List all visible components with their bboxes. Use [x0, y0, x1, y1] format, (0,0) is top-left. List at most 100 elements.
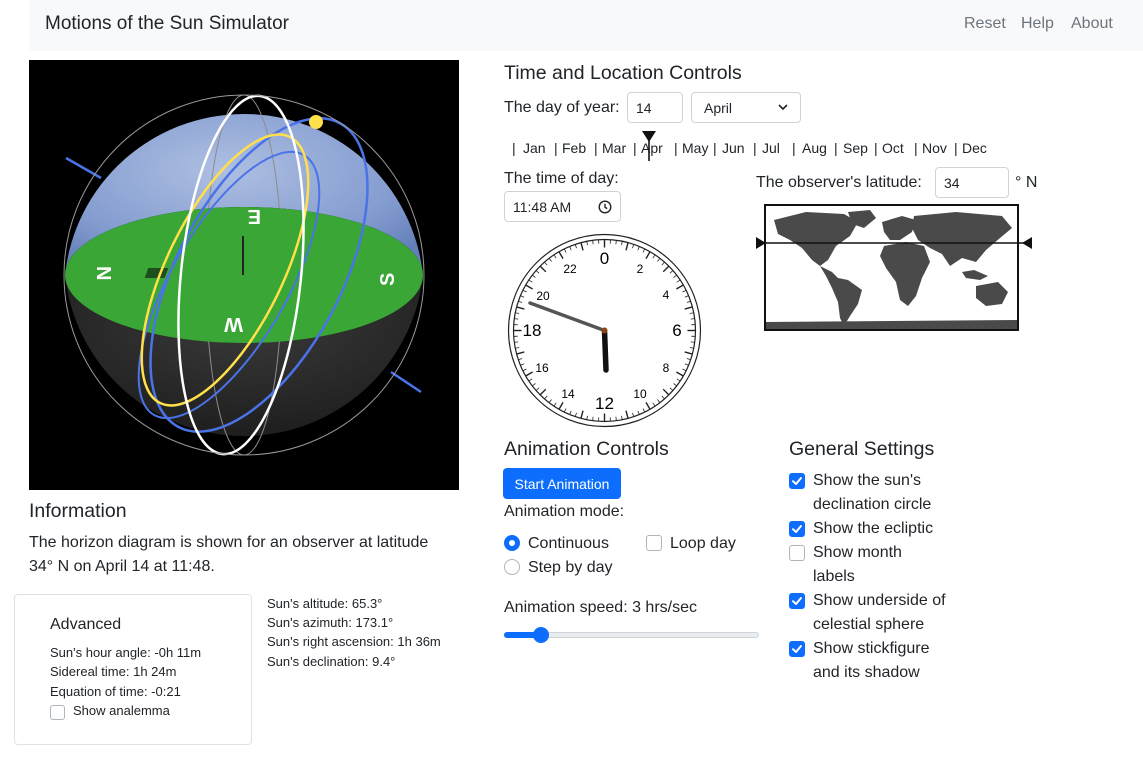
compass-w: W — [224, 313, 243, 335]
compass-n: N — [92, 266, 114, 280]
analemma-checkbox[interactable] — [50, 705, 65, 725]
mode-step-radio[interactable] — [504, 559, 520, 580]
clock-label-2: 2 — [637, 262, 644, 276]
setting-label[interactable]: celestial sphere — [813, 616, 924, 634]
month-label-aug: Aug — [802, 140, 827, 156]
information-heading: Information — [29, 500, 127, 522]
day-clock[interactable]: 0 6 12 18 2 4 8 10 14 16 20 22 — [507, 233, 702, 428]
setting-checkbox[interactable] — [789, 593, 805, 609]
world-map-svg — [766, 210, 1017, 329]
check-icon — [792, 525, 802, 533]
check-icon — [792, 597, 802, 605]
clock-hour-hand — [601, 327, 609, 373]
clock-label-12: 12 — [595, 394, 614, 413]
equation-of-time-text: Equation of time: -0:21 — [50, 684, 181, 699]
analemma-box[interactable] — [50, 705, 65, 720]
chevron-down-icon — [778, 104, 788, 111]
month-select-value: April — [704, 99, 733, 116]
clock-label-16: 16 — [535, 361, 549, 375]
clock-label-14: 14 — [561, 387, 575, 401]
time-of-day-input[interactable]: 11:48 AM — [504, 191, 621, 222]
setting-label[interactable]: Show month — [813, 544, 902, 562]
clock-label-22: 22 — [563, 262, 577, 276]
setting-checkbox[interactable] — [789, 641, 805, 657]
day-of-year-input[interactable]: 14 — [627, 92, 683, 123]
sun-azimuth-text: Sun's azimuth: 173.1° — [267, 615, 394, 630]
time-of-day-label: The time of day: — [504, 170, 619, 187]
loop-day-label[interactable]: Loop day — [670, 535, 736, 553]
mode-continuous-label[interactable]: Continuous — [528, 535, 609, 553]
time-location-heading: Time and Location Controls — [504, 62, 742, 84]
animation-speed-label: Animation speed: 3 hrs/sec — [504, 599, 697, 616]
information-line-1: The horizon diagram is shown for an obse… — [29, 534, 429, 551]
clock-icon — [598, 199, 612, 214]
setting-label[interactable]: labels — [813, 568, 855, 586]
reset-link[interactable]: Reset — [964, 15, 1006, 33]
mode-continuous-radio[interactable] — [504, 535, 520, 556]
day-of-year-label: The day of year: — [504, 99, 620, 116]
month-label-mar: Mar — [602, 140, 627, 156]
celestial-sphere-view[interactable]: N E S W — [29, 60, 459, 490]
start-animation-button[interactable]: Start Animation — [503, 468, 621, 499]
animation-heading: Animation Controls — [504, 438, 669, 460]
mode-step-label[interactable]: Step by day — [528, 559, 613, 577]
slider-thumb[interactable] — [533, 627, 549, 643]
month-label-sep: Sep — [843, 140, 868, 156]
setting-label[interactable]: declination circle — [813, 496, 931, 514]
latitude-indicator[interactable] — [756, 232, 1032, 254]
setting-checkbox[interactable] — [789, 473, 805, 489]
check-icon — [792, 645, 802, 653]
app-title: Motions of the Sun Simulator — [45, 13, 289, 34]
advanced-heading: Advanced — [50, 616, 122, 633]
loop-day-box[interactable] — [646, 535, 662, 551]
setting-checkbox[interactable] — [789, 521, 805, 537]
radio-continuous-indicator[interactable] — [504, 535, 520, 551]
information-line-2: 34° N on April 14 at 11:48. — [29, 558, 215, 575]
latitude-input[interactable]: 34 — [935, 167, 1009, 198]
month-label-may: May — [682, 140, 709, 156]
advanced-panel: Advanced Sun's hour angle: -0h 11m Sider… — [14, 594, 252, 745]
month-label-jun: Jun — [722, 140, 745, 156]
sun-declination-text: Sun's declination: 9.4° — [267, 654, 396, 669]
clock-label-0: 0 — [600, 249, 609, 268]
month-label-nov: Nov — [922, 140, 947, 156]
month-label-dec: Dec — [962, 140, 987, 156]
sidereal-time-text: Sidereal time: 1h 24m — [50, 664, 177, 679]
sun-marker — [309, 115, 323, 129]
clock-label-8: 8 — [663, 361, 670, 375]
clock-label-10: 10 — [633, 387, 647, 401]
month-label-oct: Oct — [882, 140, 904, 156]
world-map[interactable] — [764, 204, 1019, 331]
analemma-label[interactable]: Show analemma — [73, 703, 170, 718]
latitude-label: The observer's latitude: — [756, 174, 922, 191]
sun-ra-text: Sun's right ascension: 1h 36m — [267, 634, 441, 649]
clock-label-20: 20 — [536, 289, 550, 303]
setting-label[interactable]: Show the ecliptic — [813, 520, 933, 538]
clock-label-4: 4 — [663, 288, 670, 302]
animation-speed-slider[interactable] — [504, 627, 759, 643]
day-slider-marker[interactable] — [641, 130, 657, 162]
clock-label-6: 6 — [672, 321, 681, 340]
month-label-jul: Jul — [762, 140, 780, 156]
check-icon — [792, 477, 802, 485]
month-select[interactable]: April — [691, 92, 801, 123]
loop-day-checkbox[interactable] — [646, 535, 662, 556]
setting-label[interactable]: Show the sun's — [813, 472, 921, 490]
help-link[interactable]: Help — [1021, 15, 1054, 33]
general-settings-heading: General Settings — [789, 438, 935, 460]
time-of-day-value: 11:48 AM — [513, 198, 572, 215]
setting-label[interactable]: and its shadow — [813, 664, 920, 682]
setting-label[interactable]: Show stickfigure — [813, 640, 930, 658]
clock-label-18: 18 — [523, 321, 542, 340]
celestial-sphere-svg: N E S W — [63, 94, 425, 456]
sun-altitude-text: Sun's altitude: 65.3° — [267, 596, 383, 611]
radio-step-indicator[interactable] — [504, 559, 520, 575]
about-link[interactable]: About — [1071, 15, 1113, 33]
latitude-unit: ° N — [1015, 174, 1038, 191]
animation-mode-label: Animation mode: — [504, 503, 625, 520]
setting-label[interactable]: Show underside of — [813, 592, 946, 610]
compass-s: S — [377, 273, 399, 286]
setting-checkbox[interactable] — [789, 545, 805, 561]
month-label-feb: Feb — [562, 140, 587, 156]
navbar: Motions of the Sun Simulator Reset Help … — [29, 0, 1143, 51]
